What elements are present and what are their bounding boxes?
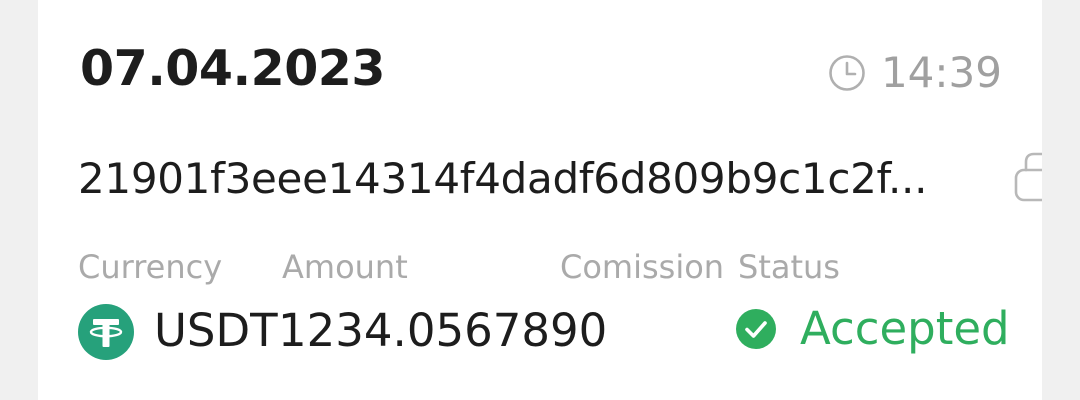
transaction-card[interactable]: 07.04.2023 14:39 21901f3eee14314f4dadf6d… [38, 0, 1042, 400]
transaction-date: 07.04.2023 [80, 40, 385, 97]
amount-label: Amount [282, 248, 408, 286]
check-circle-icon [736, 308, 776, 349]
currency-value: USDT [154, 304, 278, 357]
amount-value: 1234.0567890 [278, 304, 608, 357]
commission-label: Comission [560, 248, 725, 286]
field-labels: Currency Amount Comission Status [38, 248, 1042, 292]
transaction-hash: 21901f3eee14314f4dadf6d809b9c1c2f... [78, 154, 928, 203]
status-group: Accepted [736, 302, 1010, 355]
transaction-time-group: 14:39 [827, 48, 1002, 97]
currency-label: Currency [78, 248, 223, 286]
copy-icon[interactable] [1008, 150, 1042, 208]
status-label: Status [738, 248, 840, 286]
tether-icon [78, 304, 134, 360]
status-value: Accepted [800, 302, 1010, 355]
field-values: USDT 1234.0567890 Accepted [38, 300, 1042, 364]
clock-icon [827, 53, 867, 93]
transaction-time: 14:39 [880, 48, 1002, 97]
